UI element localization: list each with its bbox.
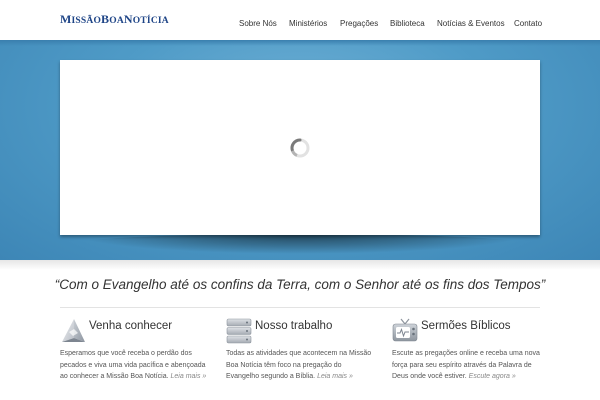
server-stack-icon [226, 318, 252, 344]
image-slider[interactable] [60, 60, 540, 235]
nav-contato[interactable]: Contato [514, 19, 542, 28]
slider-shadow [72, 234, 528, 254]
feature-venha-conhecer: Venha conhecer Esperamos que você receba… [60, 318, 225, 400]
feature-title: Sermões Bíblicos [421, 320, 511, 332]
feature-nosso-trabalho: Nosso trabalho Todas as atividades que a… [226, 318, 391, 400]
hero-shade [0, 40, 600, 46]
listen-now-link[interactable]: Escute agora » [469, 373, 516, 380]
read-more-link[interactable]: Leia mais » [317, 373, 353, 380]
pyramid-icon [62, 319, 85, 342]
feature-text: Todas as atividades que acontecem na Mis… [226, 348, 376, 383]
loading-spinner-icon [290, 138, 310, 158]
tagline: “Com o Evangelho até os confins da Terra… [54, 277, 546, 292]
feature-text: Escute as pregações online e receba uma … [392, 348, 542, 383]
nav-ministerios[interactable]: Ministérios [289, 19, 327, 28]
nav-biblioteca[interactable]: Biblioteca [390, 19, 425, 28]
nav-sobre-nos[interactable]: Sobre Nós [239, 19, 277, 28]
site-header: MISSÃOBOANOTÍCIA Sobre Nós Ministérios P… [0, 0, 600, 40]
feature-body: Escute as pregações online e receba uma … [392, 350, 540, 380]
feature-title: Nosso trabalho [255, 320, 333, 332]
main-nav: Sobre Nós Ministérios Pregações Bibliote… [0, 19, 600, 31]
hero-bottom-fade [0, 260, 600, 270]
divider [60, 307, 540, 308]
nav-noticias-eventos[interactable]: Notícias & Eventos [437, 19, 505, 28]
feature-title: Venha conhecer [89, 320, 173, 332]
tv-icon [392, 318, 418, 342]
feature-sermoes-biblicos: Sermões Bíblicos Escute as pregações onl… [392, 318, 557, 400]
hero-band [0, 40, 600, 260]
nav-pregacoes[interactable]: Pregações [340, 19, 378, 28]
read-more-link[interactable]: Leia mais » [171, 373, 207, 380]
feature-text: Esperamos que você receba o perdão dos p… [60, 348, 210, 383]
